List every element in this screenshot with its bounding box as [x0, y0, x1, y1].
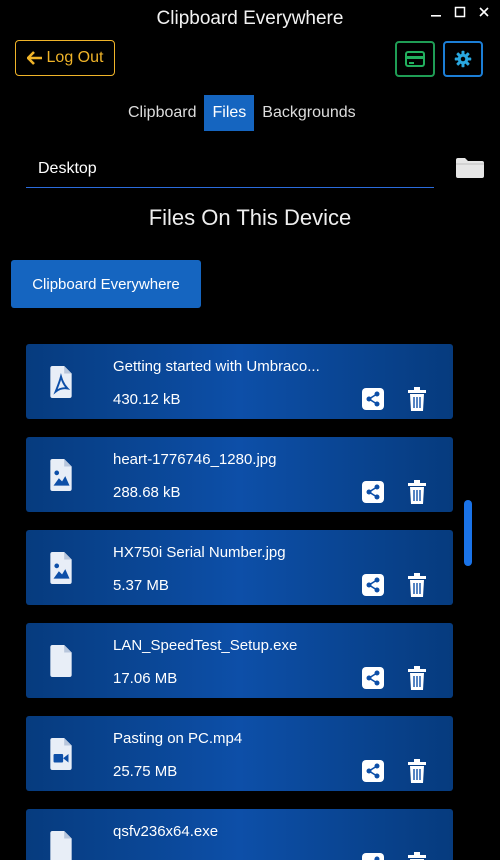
share-icon[interactable]	[362, 481, 384, 503]
logout-label: Log Out	[46, 49, 104, 66]
page-heading: Files On This Device	[148, 205, 352, 230]
share-icon[interactable]	[362, 853, 384, 860]
share-icon[interactable]	[362, 388, 384, 410]
file-icon	[50, 645, 72, 677]
file-name: LAN_SpeedTest_Setup.exe	[113, 637, 298, 654]
file-card[interactable]: qsfv236x64.exe	[26, 809, 453, 860]
file-name: Getting started with Umbraco...	[113, 358, 320, 375]
file-list: Getting started with Umbraco... 430.12 k…	[26, 344, 454, 860]
settings-button[interactable]	[443, 41, 483, 77]
trash-icon[interactable]	[406, 573, 428, 597]
file-size: 288.68 kB	[113, 484, 181, 501]
arrow-left-icon	[26, 51, 42, 65]
share-icon[interactable]	[362, 760, 384, 782]
path-input[interactable]	[26, 150, 434, 188]
minimize-icon[interactable]	[428, 4, 444, 20]
tab-bar: Clipboard Files Backgrounds	[120, 95, 364, 131]
trash-icon[interactable]	[406, 852, 428, 860]
tab-files[interactable]: Files	[204, 95, 255, 131]
credit-card-icon	[405, 51, 425, 67]
app-title: Clipboard Everywhere	[156, 8, 344, 29]
payment-button[interactable]	[395, 41, 435, 77]
file-size: 430.12 kB	[113, 391, 181, 408]
file-name: Pasting on PC.mp4	[113, 730, 243, 747]
trash-icon[interactable]	[406, 480, 428, 504]
file-icon	[50, 831, 72, 860]
window-controls	[428, 4, 492, 20]
file-size: 5.37 MB	[113, 577, 169, 594]
device-button[interactable]: Clipboard Everywhere	[11, 260, 201, 308]
share-icon[interactable]	[362, 574, 384, 596]
image-file-icon	[50, 459, 72, 491]
tab-clipboard[interactable]: Clipboard	[120, 95, 204, 131]
file-card[interactable]: Getting started with Umbraco... 430.12 k…	[26, 344, 453, 419]
file-name: qsfv236x64.exe	[113, 823, 219, 840]
pdf-file-icon	[50, 366, 72, 398]
tab-backgrounds[interactable]: Backgrounds	[254, 95, 363, 131]
close-icon[interactable]	[476, 4, 492, 20]
file-size: 17.06 MB	[113, 670, 178, 687]
maximize-icon[interactable]	[452, 4, 468, 20]
scrollbar-thumb[interactable]	[464, 500, 472, 566]
image-file-icon	[50, 552, 72, 584]
trash-icon[interactable]	[406, 387, 428, 411]
file-card[interactable]: LAN_SpeedTest_Setup.exe 17.06 MB	[26, 623, 453, 698]
title-bar: Clipboard Everywhere	[0, 0, 500, 38]
file-card[interactable]: HX750i Serial Number.jpg 5.37 MB	[26, 530, 453, 605]
file-card[interactable]: Pasting on PC.mp4 25.75 MB	[26, 716, 453, 791]
folder-icon[interactable]	[455, 157, 485, 179]
file-size: 25.75 MB	[113, 763, 178, 780]
file-name: heart-1776746_1280.jpg	[113, 451, 277, 468]
file-card[interactable]: heart-1776746_1280.jpg 288.68 kB	[26, 437, 453, 512]
video-file-icon	[50, 738, 72, 770]
trash-icon[interactable]	[406, 759, 428, 783]
share-icon[interactable]	[362, 667, 384, 689]
trash-icon[interactable]	[406, 666, 428, 690]
gear-icon	[454, 50, 472, 68]
file-name: HX750i Serial Number.jpg	[113, 544, 286, 561]
logout-button[interactable]: Log Out	[15, 40, 115, 76]
